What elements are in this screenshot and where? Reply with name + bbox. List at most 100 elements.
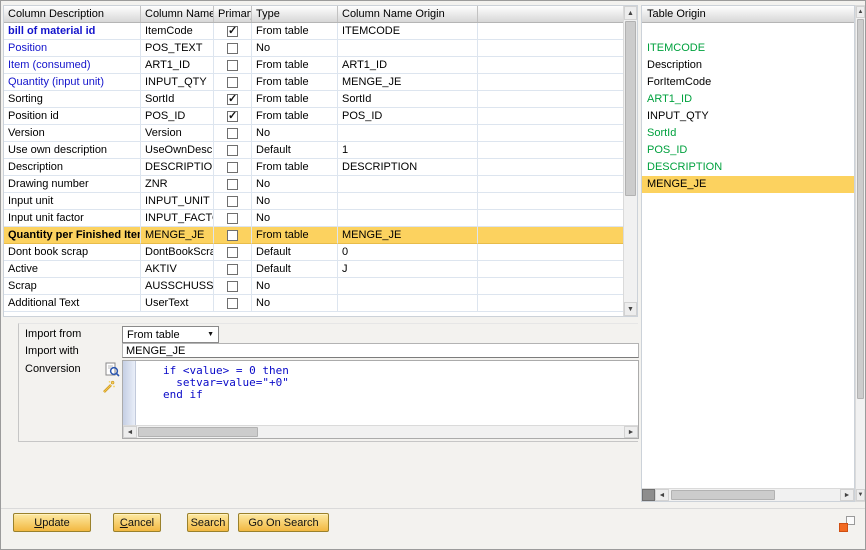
primary-checkbox[interactable] — [227, 196, 238, 207]
cell-type[interactable]: No — [252, 278, 338, 295]
grid-vertical-scrollbar[interactable]: ▲ ▼ — [623, 6, 637, 316]
cell-type[interactable]: From table — [252, 57, 338, 74]
grid-row[interactable]: Input unit INPUT_UNIT No — [4, 193, 623, 210]
cell-type[interactable]: From table — [252, 91, 338, 108]
cell-type[interactable]: Default — [252, 261, 338, 278]
origin-list-item[interactable]: POS_ID — [642, 142, 854, 159]
grid-row[interactable]: Use own description UseOwnDescri Default… — [4, 142, 623, 159]
cell-column-name[interactable]: DESCRIPTION — [141, 159, 214, 176]
wizard-wand-icon[interactable] — [101, 380, 116, 395]
cell-column-description[interactable]: Scrap — [4, 278, 141, 295]
cell-column-name[interactable]: Version — [141, 125, 214, 142]
cell-type[interactable]: From table — [252, 23, 338, 40]
origin-list-item[interactable]: ForItemCode — [642, 74, 854, 91]
cell-column-name[interactable]: ZNR — [141, 176, 214, 193]
origin-horizontal-scrollbar[interactable]: ◄ ► — [642, 488, 854, 501]
origin-list-item[interactable]: DESCRIPTION — [642, 159, 854, 176]
primary-checkbox[interactable] — [227, 162, 238, 173]
primary-checkbox[interactable] — [227, 43, 238, 54]
cell-column-name-origin[interactable] — [338, 176, 478, 193]
cell-column-name-origin[interactable]: ART1_ID — [338, 57, 478, 74]
grid-row[interactable]: Input unit factor INPUT_FACTO No — [4, 210, 623, 227]
update-button[interactable]: Update — [13, 513, 91, 532]
cell-column-name[interactable]: ItemCode — [141, 23, 214, 40]
cell-column-name-origin[interactable]: DESCRIPTION — [338, 159, 478, 176]
cell-type[interactable]: Default — [252, 244, 338, 261]
cell-column-description[interactable]: Quantity per Finished Item — [4, 227, 141, 244]
cell-column-name-origin[interactable]: POS_ID — [338, 108, 478, 125]
cell-column-name-origin[interactable]: J — [338, 261, 478, 278]
scroll-up-icon[interactable]: ▲ — [624, 6, 637, 20]
cell-type[interactable]: No — [252, 210, 338, 227]
cell-column-name[interactable]: DontBookScra — [141, 244, 214, 261]
primary-checkbox[interactable] — [227, 77, 238, 88]
cell-column-name-origin[interactable] — [338, 125, 478, 142]
grid-row[interactable]: Description DESCRIPTION From table DESCR… — [4, 159, 623, 176]
cell-column-name[interactable]: INPUT_QTY — [141, 74, 214, 91]
origin-list-item[interactable]: MENGE_JE — [642, 176, 854, 193]
import-with-input[interactable] — [122, 343, 639, 358]
cell-type[interactable]: No — [252, 40, 338, 57]
cell-column-description[interactable]: Quantity (input unit) — [4, 74, 141, 91]
cell-column-description[interactable]: Drawing number — [4, 176, 141, 193]
cell-column-description[interactable]: Sorting — [4, 91, 141, 108]
cell-type[interactable]: No — [252, 193, 338, 210]
primary-checkbox[interactable] — [227, 26, 238, 37]
import-from-select[interactable]: From table ▼ — [122, 326, 219, 343]
cell-column-name[interactable]: MENGE_JE — [141, 227, 214, 244]
primary-checkbox[interactable] — [227, 230, 238, 241]
cell-column-description[interactable]: Use own description — [4, 142, 141, 159]
cell-column-description[interactable]: Active — [4, 261, 141, 278]
origin-list-item[interactable]: INPUT_QTY — [642, 108, 854, 125]
editor-horizontal-scrollbar[interactable]: ◄ ► — [123, 425, 638, 438]
cell-type[interactable]: From table — [252, 159, 338, 176]
scroll-down-icon[interactable]: ▼ — [624, 302, 637, 316]
origin-list-item[interactable]: SortId — [642, 125, 854, 142]
primary-checkbox[interactable] — [227, 298, 238, 309]
code-line[interactable]: setvar=value="+0" — [163, 377, 638, 389]
cell-column-name[interactable]: SortId — [141, 91, 214, 108]
grid-scroll-thumb[interactable] — [625, 21, 636, 196]
panel-vertical-scrollbar[interactable]: ▲ ▼ — [855, 5, 866, 502]
grid-row[interactable]: Active AKTIV Default J — [4, 261, 623, 278]
cell-column-name-origin[interactable] — [338, 295, 478, 312]
col-header-column-name[interactable]: Column Name — [141, 6, 214, 22]
grid-row[interactable]: Additional Text UserText No — [4, 295, 623, 312]
editor-scroll-track[interactable] — [137, 426, 624, 438]
primary-checkbox[interactable] — [227, 264, 238, 275]
conversion-code-editor[interactable]: if <value> = 0 then setvar=value="+0" en… — [122, 360, 639, 439]
cell-column-name[interactable]: POS_TEXT — [141, 40, 214, 57]
cell-column-name-origin[interactable] — [338, 210, 478, 227]
cell-type[interactable]: From table — [252, 74, 338, 91]
preview-conversion-icon[interactable] — [105, 362, 120, 377]
panel-scroll-track[interactable] — [856, 18, 865, 489]
grid-row[interactable]: Version Version No — [4, 125, 623, 142]
primary-checkbox[interactable] — [227, 94, 238, 105]
cell-column-description[interactable]: bill of material id — [4, 23, 141, 40]
col-header-primary[interactable]: Primary — [214, 6, 252, 22]
col-header-column-description[interactable]: Column Description — [4, 6, 141, 22]
cell-column-name-origin[interactable]: 0 — [338, 244, 478, 261]
scroll-right-icon[interactable]: ► — [624, 426, 638, 438]
scroll-up-icon[interactable]: ▲ — [856, 6, 865, 18]
grid-row[interactable]: Position id POS_ID From table POS_ID — [4, 108, 623, 125]
cell-type[interactable]: From table — [252, 227, 338, 244]
cell-column-description[interactable]: Input unit factor — [4, 210, 141, 227]
editor-scroll-thumb[interactable] — [138, 427, 258, 437]
cell-type[interactable]: No — [252, 125, 338, 142]
cell-column-description[interactable]: Item (consumed) — [4, 57, 141, 74]
cell-column-description[interactable]: Description — [4, 159, 141, 176]
cell-column-description[interactable]: Input unit — [4, 193, 141, 210]
cell-column-name-origin[interactable]: SortId — [338, 91, 478, 108]
panel-scroll-thumb[interactable] — [857, 19, 864, 399]
grid-row[interactable]: Scrap AUSSCHUSS No — [4, 278, 623, 295]
grid-row[interactable]: bill of material id ItemCode From table … — [4, 23, 623, 40]
cell-column-name-origin[interactable] — [338, 193, 478, 210]
cell-column-name[interactable]: POS_ID — [141, 108, 214, 125]
grid-row[interactable]: Drawing number ZNR No — [4, 176, 623, 193]
cell-column-name-origin[interactable] — [338, 278, 478, 295]
col-header-type[interactable]: Type — [252, 6, 338, 22]
cell-column-name[interactable]: AKTIV — [141, 261, 214, 278]
primary-checkbox[interactable] — [227, 111, 238, 122]
cell-column-name[interactable]: AUSSCHUSS — [141, 278, 214, 295]
